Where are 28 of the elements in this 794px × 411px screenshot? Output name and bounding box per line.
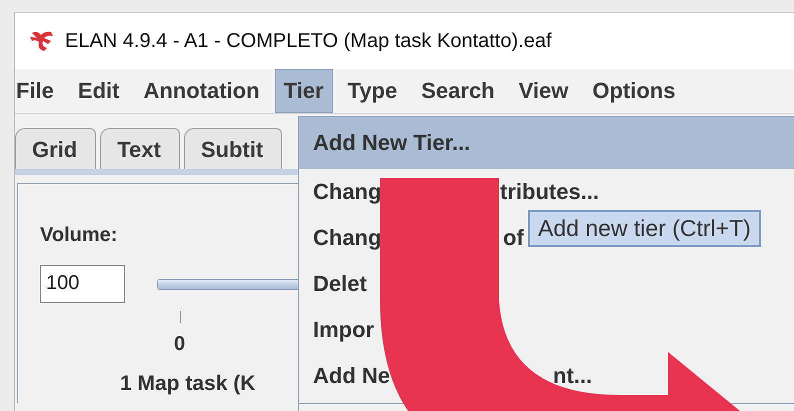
volume-input[interactable]: 100 (40, 265, 125, 303)
menu-item[interactable]: Edit (68, 69, 128, 113)
tab[interactable]: Subtit (184, 128, 282, 169)
menu-item[interactable]: View (510, 69, 578, 113)
menu-item[interactable]: Options (583, 69, 684, 113)
menu-item[interactable]: File (15, 69, 63, 113)
volume-label: Volume: (40, 224, 118, 247)
menu-item[interactable]: tributes... (500, 179, 600, 205)
menu-item[interactable]: Tier (274, 69, 333, 113)
tab[interactable]: Text (100, 128, 180, 169)
menu-item[interactable]: Add Ne (313, 363, 390, 389)
app-logo-icon (29, 29, 55, 53)
menu-item[interactable]: of (503, 225, 524, 251)
menu-item[interactable]: nt... (553, 363, 592, 389)
media-title: 1 Map task (K (120, 372, 256, 396)
menu-item[interactable]: Annotation (134, 69, 269, 113)
menu-item[interactable]: Chang (313, 179, 382, 205)
menu-item[interactable]: Impor (299, 307, 794, 353)
menu-item[interactable]: Delet (299, 261, 794, 307)
menu-item[interactable]: Search (412, 69, 504, 113)
tick-label: 0 (174, 333, 186, 356)
tooltip: Add new tier (Ctrl+T) (528, 210, 761, 247)
window-title: ELAN 4.9.4 - A1 - COMPLETO (Map task Kontatto).eaf (65, 30, 552, 52)
menu-item[interactable]: Add New Tier... (299, 117, 794, 169)
volume-slider[interactable] (158, 280, 298, 288)
menu-item[interactable]: Type (338, 69, 406, 113)
tab[interactable]: Grid (15, 128, 96, 169)
menu-item[interactable]: Chang (313, 225, 382, 251)
